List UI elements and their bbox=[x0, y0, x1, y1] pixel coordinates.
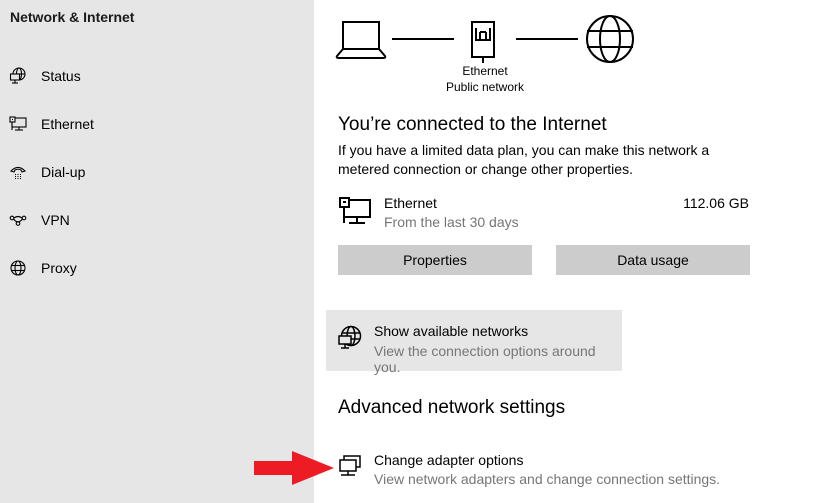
properties-button[interactable]: Properties bbox=[338, 245, 532, 275]
network-globe-icon bbox=[338, 325, 362, 356]
ethernet-port-icon bbox=[471, 21, 495, 63]
sidebar-item-label: Proxy bbox=[41, 260, 77, 276]
network-adapters-icon bbox=[338, 454, 362, 485]
globe-icon bbox=[9, 259, 27, 277]
sidebar-item-proxy[interactable]: Proxy bbox=[0, 248, 314, 288]
network-diagram bbox=[335, 15, 634, 63]
show-available-networks[interactable]: Show available networks View the connect… bbox=[326, 310, 622, 375]
show-networks-title: Show available networks bbox=[374, 323, 529, 339]
internet-globe-icon bbox=[586, 15, 634, 63]
sidebar-item-label: Dial-up bbox=[41, 164, 86, 180]
data-usage-button[interactable]: Data usage bbox=[556, 245, 750, 275]
show-networks-subtitle: View the connection options around you. bbox=[374, 343, 596, 375]
sidebar-item-label: Ethernet bbox=[41, 116, 94, 132]
diagram-network-type: Public network bbox=[445, 80, 525, 94]
advanced-settings-heading: Advanced network settings bbox=[338, 397, 566, 418]
connection-status-heading: You’re connected to the Internet bbox=[338, 114, 607, 135]
red-arrow-annotation bbox=[254, 451, 334, 485]
vpn-icon bbox=[9, 211, 27, 229]
connection-period: From the last 30 days bbox=[384, 214, 519, 230]
ethernet-icon bbox=[9, 115, 27, 133]
change-adapter-options[interactable]: Change adapter options View network adap… bbox=[326, 446, 746, 492]
connection-name: Ethernet bbox=[384, 195, 437, 211]
sidebar-item-ethernet[interactable]: Ethernet bbox=[0, 104, 314, 144]
sidebar-item-label: VPN bbox=[41, 212, 70, 228]
dialup-phone-icon bbox=[9, 163, 27, 181]
sidebar-item-dialup[interactable]: Dial-up bbox=[0, 152, 314, 192]
sidebar-item-vpn[interactable]: VPN bbox=[0, 200, 314, 240]
connection-status-description: If you have a limited data plan, you can… bbox=[338, 142, 710, 177]
sidebar-item-status[interactable]: Status bbox=[0, 56, 314, 96]
sidebar: Network & Internet Status Ethernet Dial-… bbox=[0, 0, 314, 503]
diagram-adapter-name: Ethernet bbox=[462, 64, 508, 78]
sidebar-title: Network & Internet bbox=[10, 9, 135, 25]
sidebar-item-label: Status bbox=[41, 68, 81, 84]
ethernet-icon bbox=[339, 196, 375, 231]
change-adapter-title: Change adapter options bbox=[374, 452, 524, 468]
laptop-icon bbox=[335, 21, 387, 59]
data-usage-amount: 112.06 GB bbox=[683, 195, 749, 211]
change-adapter-subtitle: View network adapters and change connect… bbox=[374, 471, 721, 487]
network-status-icon bbox=[9, 67, 27, 85]
